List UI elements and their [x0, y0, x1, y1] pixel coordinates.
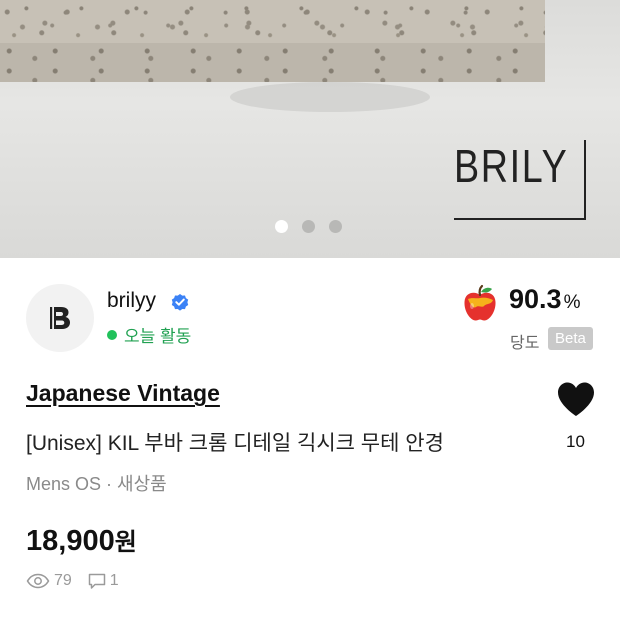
shop-name-link[interactable]: Japanese Vintage: [26, 380, 220, 407]
sweetness-unit: %: [563, 292, 581, 313]
carousel-indicator: [275, 220, 342, 233]
product-price: 18,900원: [26, 522, 137, 558]
comment-icon: [88, 573, 106, 589]
view-count: 79: [54, 572, 72, 589]
product-stats: 79 1: [26, 572, 119, 590]
comment-count: 1: [109, 572, 119, 589]
activity-status-text: 오늘 활동: [124, 327, 192, 346]
heart-icon: [558, 382, 594, 416]
sweetness-label: 당도: [510, 335, 540, 352]
sweetness-rating: 90.3%: [509, 284, 580, 315]
product-meta: Mens OS · 새상품: [26, 474, 167, 494]
price-unit: 원: [114, 529, 137, 556]
logo-frame-vertical: [584, 140, 586, 220]
online-dot: [107, 329, 117, 340]
brand-logo: BRILY: [454, 140, 586, 220]
carousel-dot[interactable]: [275, 220, 288, 233]
product-image[interactable]: BRILY: [0, 0, 620, 258]
sweetness-value: 90.3: [509, 284, 562, 314]
eye-icon: [26, 573, 50, 589]
carousel-dot[interactable]: [329, 220, 342, 233]
like-count: 10: [566, 432, 585, 451]
seller-name[interactable]: brilyy: [107, 289, 156, 313]
carousel-dot[interactable]: [302, 220, 315, 233]
product-title: [Unisex] KIL 부바 크롬 디테일 긱시크 무테 안경: [26, 432, 444, 455]
stone-tray-edge: [0, 43, 545, 82]
apple-icon: [464, 284, 496, 321]
logo-frame-horizontal: [454, 218, 586, 220]
like-button[interactable]: [555, 380, 597, 418]
reflection: [230, 82, 430, 112]
activity-status: 오늘 활동: [107, 322, 191, 347]
beta-badge: Beta: [548, 327, 593, 350]
seller-avatar[interactable]: [26, 284, 94, 352]
brand-logo-text: BRILY: [454, 140, 569, 192]
seller-avatar-logo: [50, 307, 70, 329]
price-value: 18,900: [26, 525, 115, 557]
verified-icon: [171, 294, 189, 311]
